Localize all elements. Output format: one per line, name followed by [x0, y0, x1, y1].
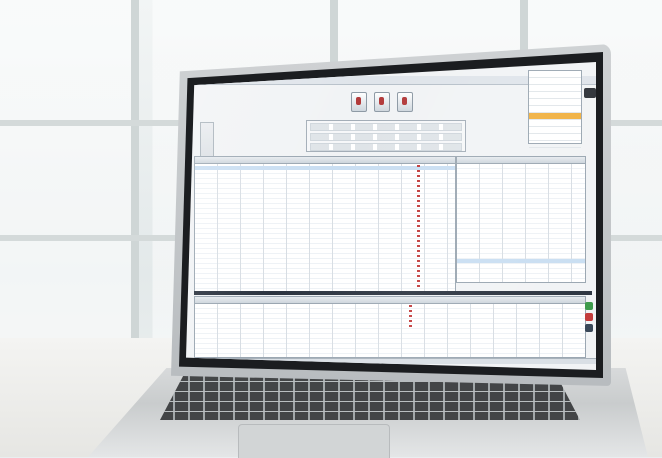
grid-columns — [195, 164, 455, 292]
form-field-row[interactable] — [310, 143, 462, 151]
photo-scene — [0, 0, 662, 458]
laptop-screen — [186, 62, 596, 370]
toolbar — [351, 92, 413, 112]
list-item[interactable] — [529, 120, 581, 127]
grid-columns — [457, 164, 585, 282]
list-item[interactable] — [529, 85, 581, 92]
delete-icon[interactable] — [585, 313, 593, 321]
flag-column — [417, 165, 420, 290]
grid-header — [195, 297, 585, 304]
tool-icon[interactable] — [397, 92, 413, 112]
tool-icon[interactable] — [374, 92, 390, 112]
form-field-row[interactable] — [310, 123, 462, 131]
add-icon[interactable] — [585, 302, 593, 310]
filter-form — [306, 120, 466, 152]
list-item[interactable] — [529, 78, 581, 85]
grid-columns — [195, 304, 585, 357]
laptop-trackpad — [238, 424, 390, 458]
list-item[interactable] — [529, 106, 581, 113]
save-icon[interactable] — [585, 324, 593, 332]
grid-header — [457, 157, 585, 164]
tool-icon[interactable] — [351, 92, 367, 112]
list-item[interactable] — [529, 127, 581, 134]
dark-button[interactable] — [584, 88, 596, 98]
list-item[interactable] — [529, 99, 581, 106]
selected-row[interactable] — [457, 259, 585, 263]
window-frame — [131, 0, 139, 340]
side-data-grid — [456, 156, 586, 283]
form-field-row[interactable] — [310, 133, 462, 141]
right-panel-list — [528, 70, 582, 148]
grid-header — [195, 157, 455, 164]
selected-row[interactable] — [195, 166, 455, 170]
bottom-data-grid — [194, 296, 586, 358]
list-item[interactable] — [529, 71, 581, 78]
list-item-selected[interactable] — [529, 113, 581, 120]
section-divider — [194, 291, 592, 295]
list-item[interactable] — [529, 92, 581, 99]
flag-column — [409, 305, 412, 327]
main-data-grid — [194, 156, 456, 293]
side-toolbar — [585, 302, 594, 354]
list-item[interactable] — [529, 141, 581, 148]
list-item[interactable] — [529, 134, 581, 141]
